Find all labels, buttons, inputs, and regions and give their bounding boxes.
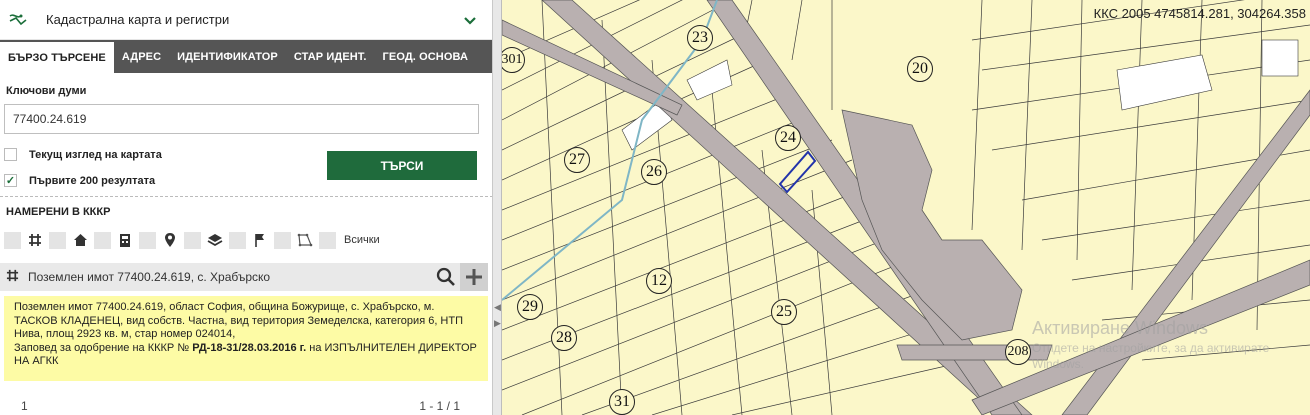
result-label: Поземлен имот 77400.24.619, с. Храбърско [28, 270, 271, 284]
collapse-left-icon[interactable]: ◀ [494, 302, 501, 313]
coordinates-readout: ККС 2005 4745814.281, 304264.358 [1093, 6, 1306, 21]
parcel-label: 26 [641, 159, 667, 185]
result-detail: Поземлен имот 77400.24.619, област София… [4, 296, 488, 381]
search-button[interactable]: ТЪРСИ [327, 151, 477, 180]
parcel-label: 23 [687, 25, 713, 51]
first200-checkbox[interactable]: ✓ [4, 174, 17, 187]
detail-order: Заповед за одобрение на КККР № [14, 341, 190, 354]
first200-row[interactable]: ✓ Първите 200 резултата [4, 174, 155, 187]
filter-checkbox-all[interactable] [319, 231, 336, 249]
filter-checkbox-pin[interactable] [139, 231, 156, 249]
parcel-label: 28 [551, 325, 577, 351]
pin-icon[interactable] [160, 230, 180, 250]
current-view-row[interactable]: Текущ изглед на картата [4, 148, 162, 161]
grid-icon[interactable] [25, 230, 45, 250]
parcel-label: 27 [564, 147, 590, 173]
divider [0, 196, 492, 197]
parcel-label: 31 [609, 389, 635, 415]
keywords-label: Ключови думи [6, 85, 87, 97]
parcel-label: 20 [907, 56, 933, 82]
device-icon[interactable] [115, 230, 135, 250]
parcel-label: 24 [775, 125, 801, 151]
watermark-line-2: Windows. [1032, 357, 1085, 371]
parcel-label: 25 [771, 299, 797, 325]
tab-identifier[interactable]: ИДЕНТИФИКАТОР [169, 40, 286, 73]
panel-header[interactable]: Кадастрална карта и регистри [0, 0, 492, 40]
filter-all-label: Всички [344, 234, 380, 246]
filter-checkbox-polygon[interactable] [274, 231, 291, 249]
filter-checkbox-flag[interactable] [229, 231, 246, 249]
side-panel: Кадастрална карта и регистри БЪРЗО ТЪРСЕ… [0, 0, 493, 415]
panel-splitter[interactable]: ◀ ▶ [493, 0, 502, 415]
flag-icon[interactable] [250, 230, 270, 250]
polygon-icon[interactable] [295, 230, 315, 250]
detail-order-number: РД-18-31/28.03.2016 г. [192, 341, 307, 354]
detail-text: Поземлен имот 77400.24.619, област София… [14, 301, 464, 340]
found-title: НАМЕРЕНИ В КККР [6, 206, 111, 218]
filter-checkbox-layers[interactable] [184, 231, 201, 249]
filter-checkbox-grid[interactable] [4, 231, 21, 249]
cadastral-map[interactable]: 23 20 24 27 26 12 25 29 28 208 31 301 ККС 2005 4745… [502, 0, 1310, 415]
watermark-title: Активиране Windows [1032, 318, 1208, 338]
tab-old-identifier[interactable]: СТАР ИДЕНТ. [286, 40, 375, 73]
panel-title: Кадастрална карта и регистри [46, 12, 230, 27]
watermark-line-1: Отидете на настройките, за да активирате [1032, 341, 1270, 355]
house-icon[interactable] [70, 230, 90, 250]
filter-checkbox-house[interactable] [49, 231, 66, 249]
page-number[interactable]: 1 [21, 399, 28, 413]
search-icon[interactable] [432, 263, 460, 291]
result-count: 1 - 1 / 1 [419, 399, 460, 413]
parcel-label: 208 [1005, 339, 1031, 365]
first200-label: Първите 200 резултата [29, 174, 156, 187]
cadastre-icon [8, 10, 28, 30]
layers-icon[interactable] [205, 230, 225, 250]
windows-activation-watermark: Активиране Windows Отидете на настройкит… [1032, 318, 1269, 371]
search-tabs: БЪРЗО ТЪРСЕНЕ АДРЕС ИДЕНТИФИКАТОР СТАР И… [0, 40, 492, 73]
tab-geodetic-base[interactable]: ГЕОД. ОСНОВА [375, 40, 476, 73]
parcel-label: 12 [646, 268, 672, 294]
filter-checkbox-device[interactable] [94, 231, 111, 249]
parcel-label: 29 [517, 294, 543, 320]
chevron-down-icon[interactable] [464, 12, 476, 28]
current-view-checkbox[interactable] [4, 148, 17, 161]
current-view-label: Текущ изглед на картата [29, 148, 162, 161]
keywords-input[interactable] [4, 104, 479, 134]
tab-address[interactable]: АДРЕС [114, 40, 169, 73]
result-filters: Всички [4, 229, 380, 251]
result-row[interactable]: Поземлен имот 77400.24.619, с. Храбърско [0, 263, 488, 291]
add-icon[interactable] [460, 263, 488, 291]
tab-quick-search[interactable]: БЪРЗО ТЪРСЕНЕ [0, 40, 114, 73]
pagination: 1 1 - 1 / 1 [0, 397, 488, 415]
expand-right-icon[interactable]: ▶ [494, 318, 501, 329]
grid-icon [6, 269, 28, 285]
